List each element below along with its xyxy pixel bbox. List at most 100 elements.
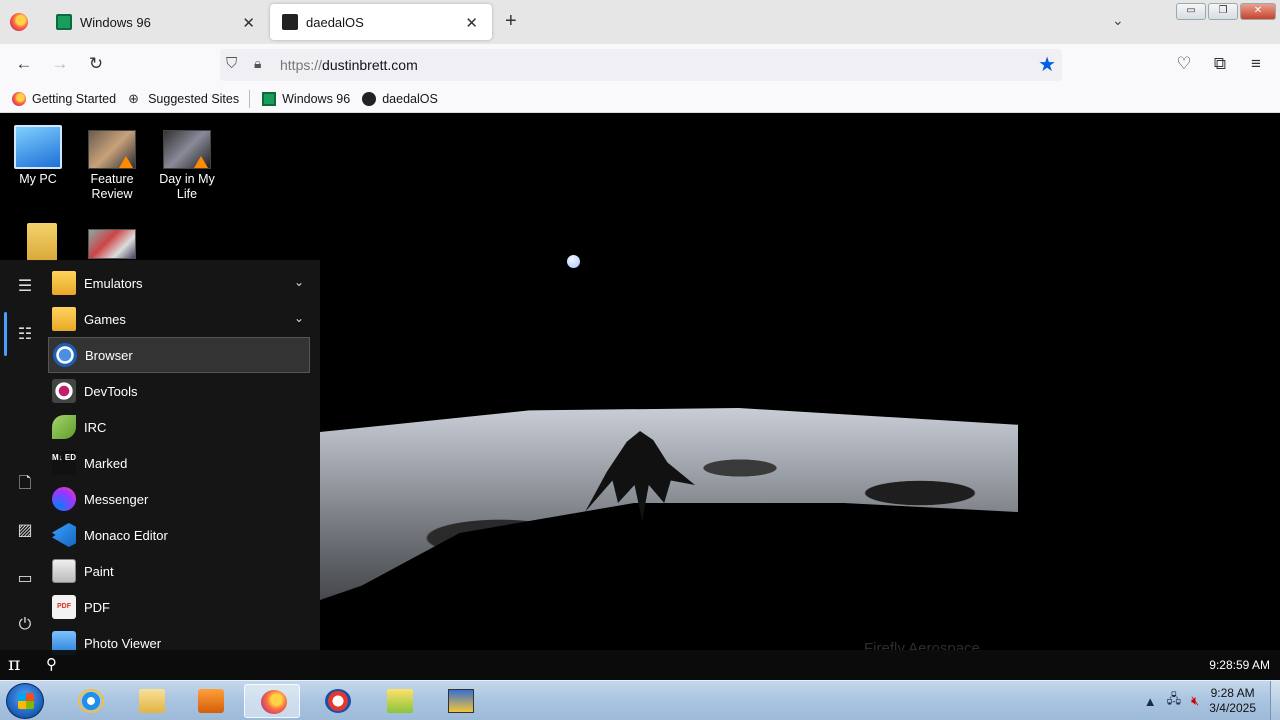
- desktop-icon-day-in-my-life[interactable]: Day in My Life: [149, 130, 225, 202]
- desktop-icon-feature-review[interactable]: Feature Review: [74, 130, 150, 202]
- tracking-protection-shield-icon[interactable]: ⛉: [226, 55, 237, 72]
- start-item-label: Monaco Editor: [84, 527, 168, 543]
- image-thumbnail-icon: [88, 229, 136, 259]
- browser-icon: [53, 343, 77, 367]
- new-tab-icon[interactable]: +: [505, 10, 517, 33]
- daedalos-clock[interactable]: 9:28:59 AM: [1209, 658, 1270, 672]
- start-item-monaco-editor[interactable]: Monaco Editor: [48, 517, 310, 553]
- start-item-devtools[interactable]: DevTools: [48, 373, 310, 409]
- lock-icon[interactable]: 🔒︎: [254, 55, 261, 72]
- forward-arrow-icon[interactable]: →: [49, 54, 71, 74]
- video-thumbnail-icon: [163, 130, 211, 169]
- taskbar-window-app[interactable]: [432, 684, 488, 718]
- bookmarks-toolbar: Getting Started ⊕ Suggested Sites Window…: [0, 86, 1280, 113]
- pocket-icon[interactable]: ♡: [1173, 54, 1195, 74]
- address-bar[interactable]: ⛉ 🔒︎ https://dustinbrett.com ★: [220, 49, 1062, 81]
- hamburger-menu-icon[interactable]: ☰: [14, 276, 36, 296]
- video-thumbnail-icon: [88, 130, 136, 169]
- taskbar-firefox[interactable]: [244, 684, 300, 718]
- start-item-browser[interactable]: Browser: [48, 337, 310, 373]
- volume-muted-icon[interactable]: 🔇︎: [1191, 693, 1199, 709]
- windows-start-button[interactable]: [6, 683, 44, 719]
- bookmark-label: Suggested Sites: [148, 92, 240, 106]
- desktop-icon-label: Feature Review: [90, 172, 134, 201]
- start-item-label: Photo Viewer: [84, 635, 162, 651]
- desktop-icon-label: My PC: [19, 172, 57, 186]
- globe-icon: ⊕: [128, 91, 139, 106]
- show-hidden-icons-arrow-icon[interactable]: ▲: [1144, 694, 1157, 709]
- tab-title: daedalOS: [306, 14, 364, 30]
- desktop-icon-label: Day in My Life: [159, 172, 215, 201]
- active-indicator: [4, 312, 7, 356]
- window-controls: ▭ ❐ ✕: [1174, 3, 1276, 20]
- wallpaper-earth: [567, 255, 580, 268]
- start-item-label: Messenger: [84, 491, 149, 507]
- search-icon[interactable]: ⚲: [46, 655, 57, 673]
- clock-date: 3/4/2025: [1209, 701, 1256, 715]
- browser-navigation-bar: ← → ↻ ⛉ 🔒︎ https://dustinbrett.com ★ ♡ ⧉…: [0, 44, 1280, 86]
- bookmark-getting-started[interactable]: Getting Started: [12, 92, 116, 106]
- start-item-paint[interactable]: Paint: [48, 553, 310, 589]
- minimize-button[interactable]: ▭: [1176, 3, 1206, 20]
- tab-windows-96[interactable]: Windows 96 ✕: [44, 0, 269, 44]
- firefox-icon: [261, 690, 287, 714]
- extensions-icon[interactable]: ⧉: [1209, 54, 1231, 74]
- show-desktop-button[interactable]: [1270, 681, 1280, 720]
- back-arrow-icon[interactable]: ←: [13, 54, 35, 74]
- start-item-label: Emulators: [84, 275, 143, 291]
- reload-icon[interactable]: ↻: [85, 54, 107, 74]
- desktop-icon-image[interactable]: [74, 229, 150, 262]
- app-menu-icon[interactable]: ≡: [1245, 54, 1267, 74]
- monaco-icon: [52, 523, 76, 547]
- list-all-tabs-chevron-icon[interactable]: ⌄: [1112, 12, 1124, 29]
- bookmark-daedalos[interactable]: daedalOS: [362, 92, 438, 106]
- windows-clock[interactable]: 9:28 AM 3/4/2025: [1209, 686, 1256, 716]
- start-item-marked[interactable]: M↓ ED Marked: [48, 445, 310, 481]
- internet-explorer-icon: [78, 689, 104, 713]
- start-item-messenger[interactable]: Messenger: [48, 481, 310, 517]
- start-menu: ☰ ☷ 🗋︎ ▨ ▭ ⏻ Emulators ⌄ Games ⌄ Browser…: [0, 260, 320, 680]
- taskbar-media-player[interactable]: [182, 684, 238, 718]
- firefox-menu-icon[interactable]: [10, 13, 28, 31]
- power-icon[interactable]: ⏻: [14, 616, 36, 634]
- paint-icon: [52, 559, 76, 583]
- start-item-irc[interactable]: IRC: [48, 409, 310, 445]
- windows-taskbar: ▲ 🖧︎ 🔇︎ 9:28 AM 3/4/2025: [0, 680, 1280, 720]
- documents-icon[interactable]: 🗋︎: [14, 472, 36, 499]
- bookmark-windows-96[interactable]: Windows 96: [262, 92, 350, 106]
- tab-close-icon[interactable]: ✕: [242, 14, 255, 32]
- daedalos-desktop[interactable]: Firefly Aerospace My PC Feature Review D…: [0, 113, 1280, 680]
- taskbar-app-logo[interactable]: [309, 684, 365, 718]
- bookmark-suggested-sites[interactable]: ⊕ Suggested Sites: [128, 91, 240, 107]
- bookmark-separator: [249, 90, 251, 108]
- daedalos-start-button[interactable]: π: [8, 653, 21, 675]
- start-item-emulators[interactable]: Emulators ⌄: [48, 265, 310, 301]
- bookmark-label: Windows 96: [282, 92, 351, 106]
- chevron-down-icon: ⌄: [293, 275, 304, 289]
- start-item-label: IRC: [84, 419, 107, 435]
- taskbar-internet-explorer[interactable]: [62, 684, 118, 718]
- url-text[interactable]: https://dustinbrett.com: [280, 57, 418, 73]
- close-window-button[interactable]: ✕: [1240, 3, 1276, 20]
- desktop-icon-user-folder[interactable]: [4, 223, 80, 264]
- taskbar-file-explorer[interactable]: [123, 684, 179, 718]
- bookmark-star-icon[interactable]: ★: [1038, 52, 1056, 77]
- messenger-icon: [52, 487, 76, 511]
- start-item-pdf[interactable]: PDF PDF: [48, 589, 310, 625]
- tab-daedalos[interactable]: daedalOS ✕: [270, 4, 492, 40]
- pictures-icon[interactable]: ▨: [14, 520, 36, 540]
- desktop-icon-my-pc[interactable]: My PC: [0, 125, 76, 187]
- tab-close-icon[interactable]: ✕: [465, 14, 478, 32]
- start-item-games[interactable]: Games ⌄: [48, 301, 310, 337]
- url-host: dustinbrett.com: [322, 57, 418, 73]
- start-item-label: Games: [84, 311, 126, 327]
- user-folder-icon: [27, 223, 57, 261]
- network-icon[interactable]: 🖧︎: [1167, 690, 1182, 712]
- app-logo-icon: [325, 689, 351, 713]
- taskbar-network-folder[interactable]: [371, 684, 427, 718]
- restore-button[interactable]: ❐: [1208, 3, 1238, 20]
- all-apps-list-icon[interactable]: ☷: [14, 324, 36, 344]
- videos-icon[interactable]: ▭: [14, 568, 36, 588]
- network-folder-icon: [387, 689, 413, 713]
- daedalos-taskbar: π ⚲ 9:28:59 AM: [0, 650, 1280, 680]
